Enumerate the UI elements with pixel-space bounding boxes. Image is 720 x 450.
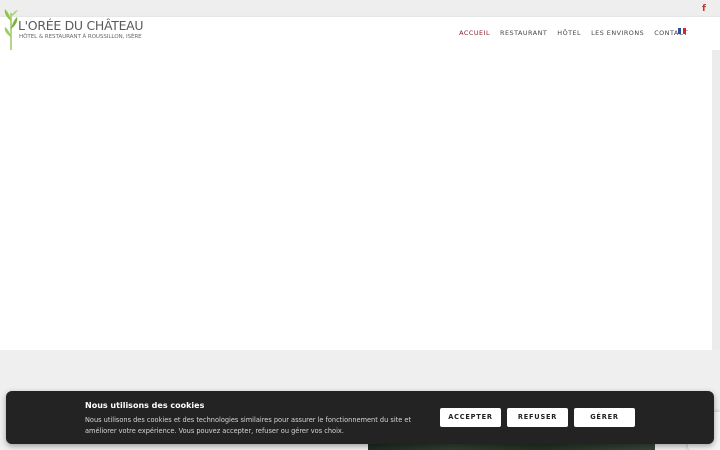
site-header: L'ORÉE DU CHÂTEAU HÔTEL & RESTAURANT À R… [0,9,720,51]
refuse-cookies-button[interactable]: REFUSER [507,408,568,427]
accept-cookies-button[interactable]: ACCEPTER [440,408,501,427]
page-scrollbar[interactable] [712,50,720,350]
nav-item-hotel[interactable]: HÔTEL [557,27,581,39]
facebook-icon[interactable]: f [700,4,708,14]
nav-item-restaurant[interactable]: RESTAURANT [500,27,547,39]
hero-area [0,50,712,350]
manage-cookies-button[interactable]: GÉRER [574,408,635,427]
cookie-text: Nous utilisons des cookies et des techno… [85,416,412,435]
logo-title: L'ORÉE DU CHÂTEAU [18,18,144,33]
main-nav: ACCUEIL RESTAURANT HÔTEL LES ENVIRONS CO… [449,27,688,39]
site-logo[interactable]: L'ORÉE DU CHÂTEAU HÔTEL & RESTAURANT À R… [2,7,144,51]
nav-item-environs[interactable]: LES ENVIRONS [591,27,644,39]
french-flag-icon[interactable] [678,28,687,34]
logo-subtitle: HÔTEL & RESTAURANT À ROUSSILLON, ISÈRE [19,34,142,40]
cookie-banner: Nous utilisons des cookies Nous utilison… [6,391,714,444]
nav-item-accueil[interactable]: ACCUEIL [459,27,490,39]
cookie-title: Nous utilisons des cookies [85,401,205,410]
